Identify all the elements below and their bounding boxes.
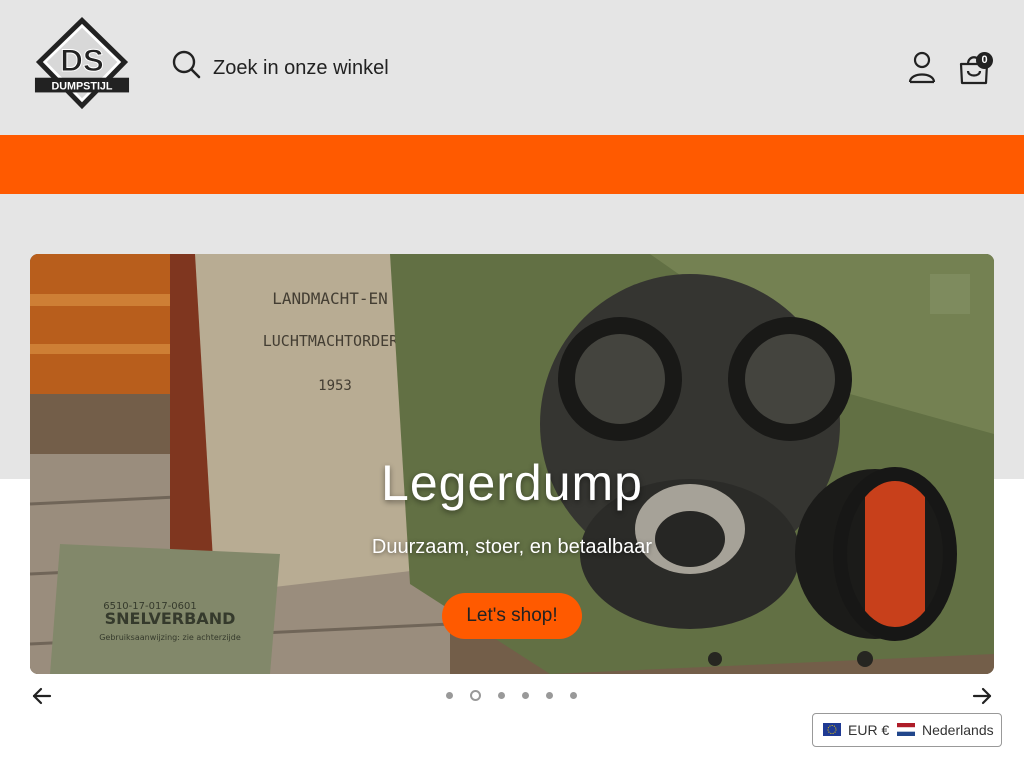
logo-wordmark: DUMPSTIJL [51, 80, 112, 92]
slide-title: Legerdump [381, 455, 643, 511]
currency-selector[interactable]: EUR € [823, 714, 901, 746]
search-icon[interactable] [170, 48, 202, 80]
slide-dot[interactable] [570, 692, 577, 699]
search-input[interactable] [213, 50, 813, 86]
locale-selector: EUR € Nederlands [812, 713, 1002, 747]
arrow-left-icon[interactable] [30, 684, 54, 708]
slide-pagination [440, 688, 590, 704]
slide-subtitle: Duurzaam, stoer, en betaalbaar [371, 536, 653, 558]
nl-flag-icon [897, 723, 915, 736]
user-icon[interactable] [906, 50, 938, 84]
shop-now-button[interactable]: Let's shop! [442, 593, 582, 639]
slide-dot[interactable] [522, 692, 529, 699]
svg-text:DS: DS [60, 43, 104, 78]
cart-count-badge: 0 [976, 52, 993, 69]
site-header: DS DUMPSTIJL 0 [0, 0, 1024, 135]
currency-label: EUR € [848, 722, 890, 738]
slide-dot[interactable] [446, 692, 453, 699]
language-selector[interactable]: Nederlands [897, 714, 1001, 746]
store-logo[interactable]: DS DUMPSTIJL [33, 15, 131, 113]
arrow-right-icon[interactable] [970, 684, 994, 708]
announcement-bar [0, 135, 1024, 194]
slide-dot[interactable] [498, 692, 505, 699]
eu-flag-icon [823, 723, 841, 736]
language-label: Nederlands [922, 722, 994, 738]
slide-dot-active[interactable] [470, 690, 481, 701]
slide-dot[interactable] [546, 692, 553, 699]
